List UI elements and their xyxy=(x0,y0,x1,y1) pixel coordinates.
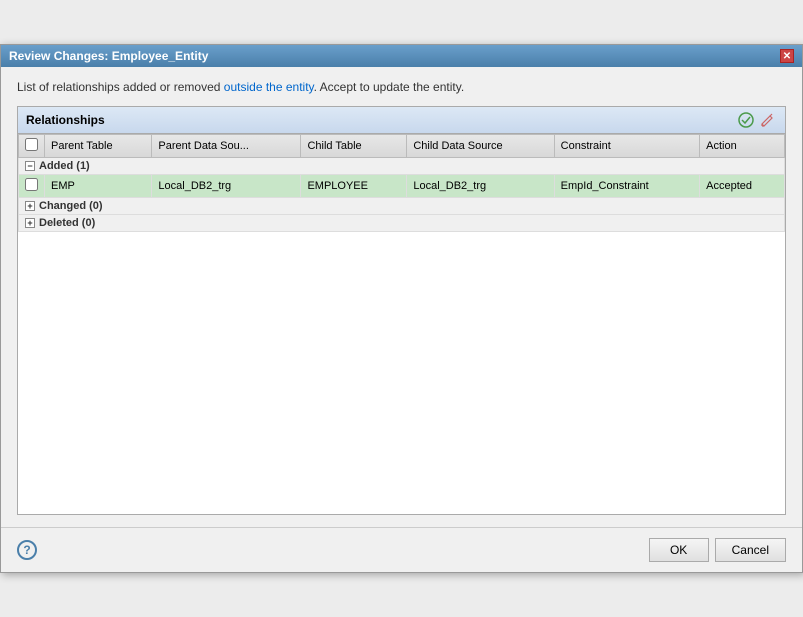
col-constraint: Constraint xyxy=(554,134,700,157)
cell-child_data_source: Local_DB2_trg xyxy=(407,174,554,197)
description-text: List of relationships added or removed o… xyxy=(17,79,786,96)
footer-buttons: OK Cancel xyxy=(649,538,786,562)
table-header-row: Parent Table Parent Data Sou... Child Ta… xyxy=(19,134,785,157)
select-all-checkbox[interactable] xyxy=(25,138,38,151)
col-action: Action xyxy=(700,134,785,157)
collapse-icon-1[interactable]: + xyxy=(25,201,35,211)
relationships-panel: Relationships xyxy=(17,106,786,515)
ok-button[interactable]: OK xyxy=(649,538,709,562)
col-child-table: Child Table xyxy=(301,134,407,157)
close-button[interactable]: ✕ xyxy=(780,49,794,63)
panel-header-icons xyxy=(737,111,777,129)
table-content-area: Parent Table Parent Data Sou... Child Ta… xyxy=(18,134,785,514)
panel-header: Relationships xyxy=(18,107,785,134)
group-row-0[interactable]: −Added (1) xyxy=(19,157,785,174)
col-checkbox xyxy=(19,134,45,157)
col-child-data-source: Child Data Source xyxy=(407,134,554,157)
cell-constraint: EmpId_Constraint xyxy=(554,174,700,197)
help-button[interactable]: ? xyxy=(17,540,37,560)
row-checkbox-0-0[interactable] xyxy=(25,178,38,191)
dialog-body: List of relationships added or removed o… xyxy=(1,67,802,527)
col-parent-data-source: Parent Data Sou... xyxy=(152,134,301,157)
accept-icon[interactable] xyxy=(737,111,755,129)
table-row: EMPLocal_DB2_trgEMPLOYEELocal_DB2_trgEmp… xyxy=(19,174,785,197)
panel-title: Relationships xyxy=(26,113,105,127)
cell-parent_data_source: Local_DB2_trg xyxy=(152,174,301,197)
cell-parent_table: EMP xyxy=(45,174,152,197)
collapse-icon-0[interactable]: − xyxy=(25,161,35,171)
cancel-button[interactable]: Cancel xyxy=(715,538,786,562)
cell-action: Accepted xyxy=(700,174,785,197)
dialog-title: Review Changes: Employee_Entity xyxy=(9,49,208,63)
group-row-1[interactable]: +Changed (0) xyxy=(19,197,785,214)
cell-child_table: EMPLOYEE xyxy=(301,174,407,197)
col-parent-table: Parent Table xyxy=(45,134,152,157)
relationships-table: Parent Table Parent Data Sou... Child Ta… xyxy=(18,134,785,232)
collapse-icon-2[interactable]: + xyxy=(25,218,35,228)
edit-icon[interactable] xyxy=(759,111,777,129)
group-row-2[interactable]: +Deleted (0) xyxy=(19,214,785,231)
review-changes-dialog: Review Changes: Employee_Entity ✕ List o… xyxy=(0,44,803,573)
title-bar: Review Changes: Employee_Entity ✕ xyxy=(1,45,802,67)
dialog-footer: ? OK Cancel xyxy=(1,527,802,572)
